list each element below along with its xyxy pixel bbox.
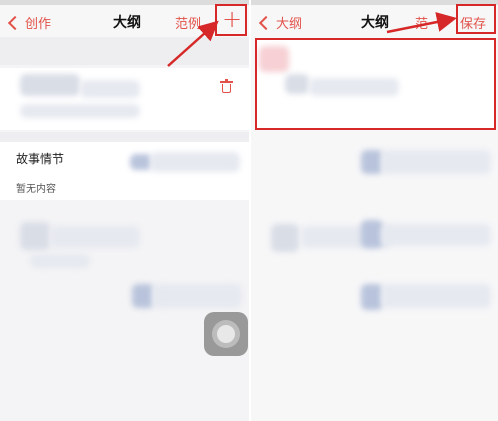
arrow-annotation-icon [167,12,457,67]
